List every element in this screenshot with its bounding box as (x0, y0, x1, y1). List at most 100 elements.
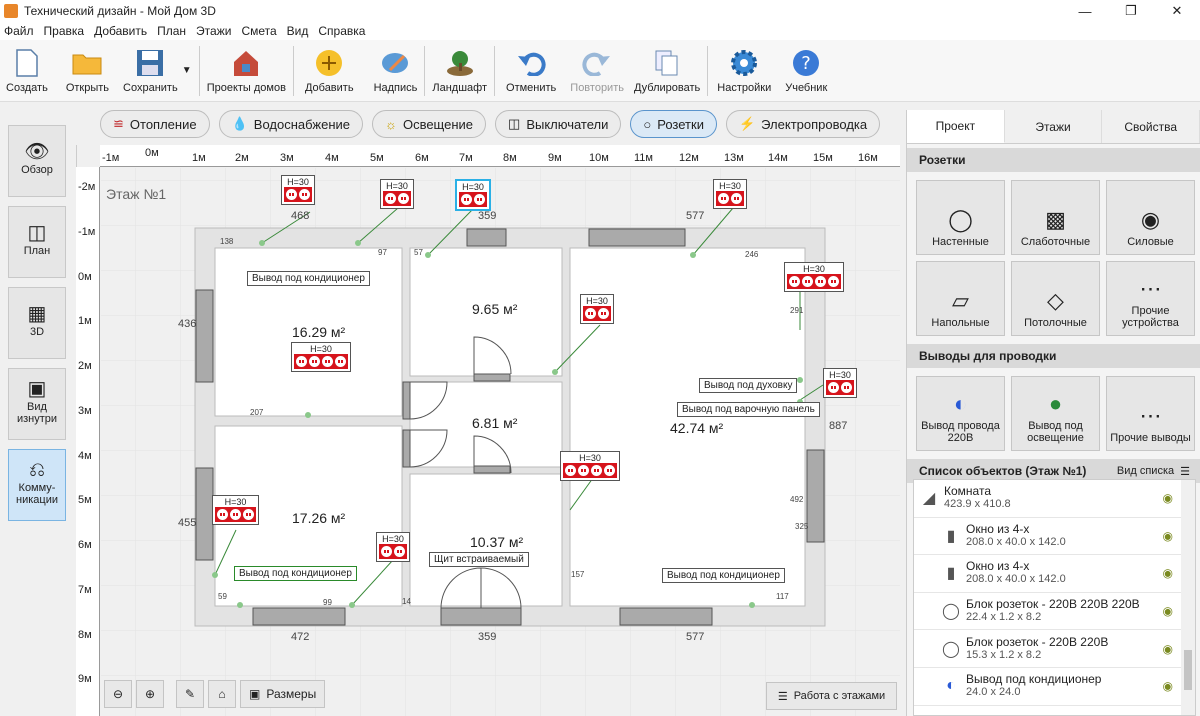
floor-socket-icon: ▱ (952, 288, 969, 313)
dimension-label: 117 (776, 592, 789, 601)
output-tag[interactable]: Вывод под варочную панель (677, 402, 820, 417)
socket-block[interactable]: H=30 (281, 175, 315, 205)
tab-project[interactable]: Проект (907, 110, 1005, 143)
other-devices-tile[interactable]: ⋯ Прочие устройства (1106, 261, 1195, 336)
socket-block[interactable]: H=30 (784, 262, 844, 292)
room-area[interactable]: 16.29 м² (292, 324, 345, 340)
list-item[interactable]: ▮ Окно из 4-х 208.0 x 40.0 x 142.0 ◉ (914, 518, 1195, 556)
list-scrollbar[interactable] (1181, 480, 1195, 715)
power-socket-icon: ◉ (1140, 207, 1161, 232)
zoom-in-icon: ⊕ (144, 687, 156, 701)
home-icon: ⌂ (218, 687, 226, 701)
socket-block[interactable]: H=30 (580, 294, 614, 324)
floor-socket-tile[interactable]: ▱ Напольные (916, 261, 1005, 336)
floors-button[interactable]: ☰ Работа с этажами (766, 682, 897, 710)
dimension-label: 14 (402, 597, 411, 606)
other-outputs-tile[interactable]: ⋯ Прочие выводы (1106, 376, 1195, 451)
room-area[interactable]: 10.37 м² (470, 534, 523, 550)
sockets-section-title: Розетки (907, 148, 1200, 172)
socket-block[interactable]: H=30 (212, 495, 259, 525)
dimensions-button[interactable]: ▣ Размеры (240, 680, 326, 708)
floor-label: Этаж №1 (106, 186, 167, 202)
wall-socket-tile[interactable]: ◯ Настенные (916, 180, 1005, 255)
output-tag[interactable]: Вывод под духовку (699, 378, 798, 393)
layers-icon: ☰ (777, 690, 788, 703)
visibility-eye-icon[interactable]: ◉ (1163, 604, 1173, 618)
list-item[interactable]: ▮ Окно из 4-х 208.0 x 40.0 x 142.0 ◉ (914, 555, 1195, 593)
zoom-in-button[interactable]: ⊕ (136, 680, 164, 708)
wire-output-icon: ◐ (953, 391, 968, 416)
zoom-out-icon: ⊖ (112, 687, 124, 701)
dimension-label: 468 (291, 210, 310, 222)
output-tag[interactable]: Вывод под кондиционер (247, 271, 370, 286)
socket-block[interactable]: H=30 (823, 368, 857, 398)
minimize-button[interactable]: — (1062, 0, 1108, 22)
socket-block-icon: ◯ (942, 640, 960, 658)
more-dots-icon: ⋯ (1139, 403, 1162, 428)
visibility-eye-icon[interactable]: ◉ (1163, 529, 1173, 543)
dimension-label: 887 (829, 420, 848, 432)
dimension-label: 492 (790, 495, 804, 504)
dimension-label: 57 (414, 248, 423, 257)
floor-plan (101, 168, 900, 716)
visibility-eye-icon[interactable]: ◉ (1163, 491, 1173, 505)
sockets-grid: ◯ Настенные ▩ Слаботочные ◉ Силовые ▱ Наполь… (907, 172, 1200, 344)
dimension-label: 359 (478, 631, 497, 643)
ruler-button[interactable]: ✎ (176, 680, 204, 708)
dimension-label: 472 (291, 631, 310, 643)
list-item[interactable]: ◯ Блок розеток - 220В 220В 15.3 x 1.2 x 8… (914, 630, 1195, 668)
tab-floors[interactable]: Этажи (1004, 110, 1103, 143)
ac-output-icon: ◐ (946, 677, 956, 695)
socket-block-icon: ◯ (942, 603, 960, 621)
light-output-tile[interactable]: ● Вывод под освещение (1011, 376, 1100, 451)
socket-block[interactable]: H=30 (376, 532, 410, 562)
dimension-label: 577 (686, 631, 705, 643)
dimension-label: 157 (571, 570, 585, 579)
low-voltage-socket-tile[interactable]: ▩ Слаботочные (1011, 180, 1100, 255)
more-dots-icon: ⋯ (1139, 276, 1162, 301)
power-socket-tile[interactable]: ◉ Силовые (1106, 180, 1195, 255)
visibility-eye-icon[interactable]: ◉ (1163, 642, 1173, 656)
home-button[interactable]: ⌂ (208, 680, 236, 708)
room-area[interactable]: 17.26 м² (292, 510, 345, 526)
maximize-button[interactable]: ❐ (1108, 0, 1154, 22)
room-area[interactable]: 6.81 м² (472, 415, 517, 431)
output-tag[interactable]: Вывод под кондиционер (662, 568, 785, 583)
socket-block[interactable]: H=30 (291, 342, 351, 372)
window-icon: ▮ (946, 527, 956, 545)
zoom-out-button[interactable]: ⊖ (104, 680, 132, 708)
list-item[interactable]: ◐ Вывод под кондиционер 24.0 x 24.0 ◉ (914, 668, 1195, 706)
list-item[interactable]: ◯ Блок розеток - 220В 220В 220В 22.4 x 1.… (914, 593, 1195, 631)
window-icon: ▮ (946, 565, 956, 583)
dimension-label: 138 (220, 237, 234, 246)
object-list: ◢ Комната 423.9 x 410.8 ◉ ▮ Окно из 4-х 20… (913, 479, 1196, 716)
visibility-eye-icon[interactable]: ◉ (1163, 566, 1173, 580)
dimension-label: 577 (686, 210, 705, 222)
dimension-label: 207 (250, 408, 264, 417)
dimension-label: 325 (795, 522, 809, 531)
visibility-eye-icon[interactable]: ◉ (1163, 679, 1173, 693)
light-output-icon: ● (1048, 391, 1063, 416)
wire-220v-tile[interactable]: ◐ Вывод провода 220В (916, 376, 1005, 451)
dimensions-icon: ▣ (249, 687, 261, 701)
socket-block[interactable]: H=30 (560, 451, 620, 481)
panel-tag[interactable]: Щит встраиваемый (429, 552, 529, 567)
socket-block-selected[interactable]: H=30 (455, 179, 491, 211)
socket-block[interactable]: H=30 (713, 179, 747, 209)
dimension-label: 99 (323, 598, 332, 607)
room-area[interactable]: 42.74 м² (670, 420, 723, 436)
dimension-label: 59 (218, 592, 227, 601)
ceiling-socket-icon: ◇ (1047, 288, 1064, 313)
room-area[interactable]: 9.65 м² (472, 301, 517, 317)
outputs-section-title: Выводы для проводки (907, 344, 1200, 368)
ceiling-socket-tile[interactable]: ◇ Потолочные (1011, 261, 1100, 336)
list-item[interactable]: ◢ Комната 423.9 x 410.8 ◉ (914, 480, 1195, 518)
output-tag[interactable]: Вывод под кондиционер (234, 566, 357, 581)
dimension-label: 246 (745, 250, 759, 259)
close-button[interactable]: ✕ (1154, 0, 1200, 22)
socket-block[interactable]: H=30 (380, 179, 414, 209)
list-view-icon: ☰ (1180, 465, 1190, 478)
list-view-button[interactable]: Вид списка ☰ (1117, 465, 1190, 478)
scrollbar-thumb[interactable] (1184, 650, 1192, 690)
tab-properties[interactable]: Свойства (1102, 110, 1200, 143)
